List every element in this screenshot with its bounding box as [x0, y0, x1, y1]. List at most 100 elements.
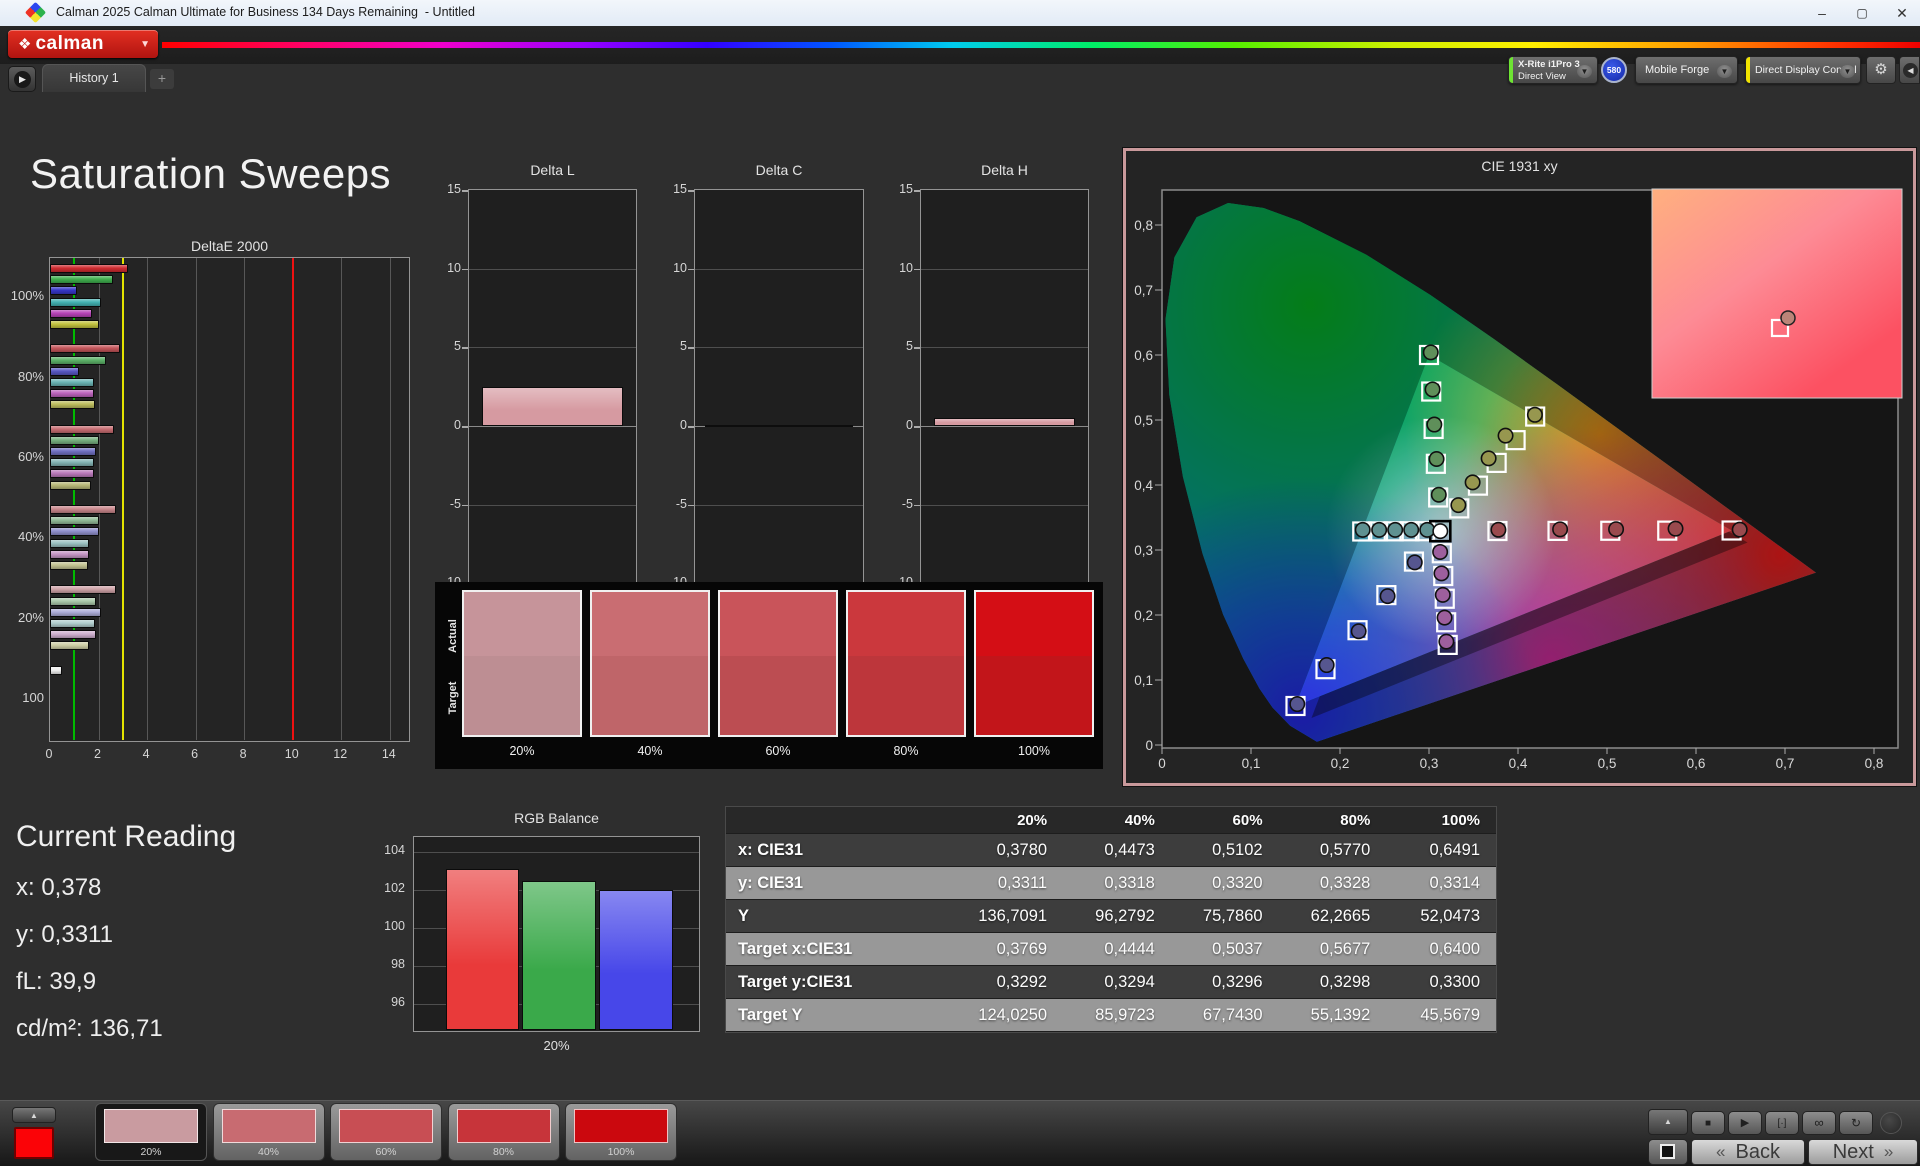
axis-label: -5	[657, 497, 687, 511]
measured-blue	[1290, 697, 1304, 711]
measured-blue	[1408, 555, 1422, 569]
level-label: 20%	[96, 1146, 206, 1158]
delta-bar	[705, 425, 853, 427]
collapse-panel-button[interactable]: ◀	[1899, 56, 1920, 84]
table-cell: 0,4444	[1063, 933, 1171, 965]
close-icon[interactable]: ✕	[1884, 0, 1920, 26]
interval-read-button[interactable]: [·]	[1765, 1111, 1799, 1135]
calman-app-icon	[25, 2, 46, 23]
source-dropdown[interactable]: Mobile Forge ▼	[1635, 56, 1738, 84]
stop-session-button[interactable]	[1648, 1139, 1688, 1165]
measured-green	[1432, 488, 1446, 502]
deltae-bar	[50, 527, 99, 536]
reading-y: y: 0,3311	[16, 921, 113, 949]
axis-label: 0	[883, 418, 913, 432]
display-status-stripe	[1746, 57, 1750, 83]
axis-tick	[462, 505, 468, 507]
row-label: Target y:CIE31	[726, 966, 955, 998]
deltae-bar	[50, 619, 95, 628]
gridline	[469, 347, 636, 348]
saturation-level-button-80%[interactable]: 80%	[448, 1103, 560, 1161]
add-tab-button[interactable]: +	[150, 69, 174, 89]
table-cell: 0,3311	[955, 867, 1063, 899]
svg-text:0,1: 0,1	[1134, 673, 1153, 688]
gear-icon: ⚙	[1874, 61, 1887, 78]
saturation-level-button-60%[interactable]: 60%	[330, 1103, 442, 1161]
meter-dropdown[interactable]: X-Rite i1Pro 3 Direct View ▼	[1508, 56, 1598, 84]
display-control-dropdown[interactable]: Direct Display Control ▼	[1745, 56, 1861, 84]
calman-logo-icon: ❖	[18, 35, 31, 53]
current-patch-swatch	[14, 1127, 54, 1159]
svg-text:0,2: 0,2	[1331, 756, 1350, 771]
maximize-icon[interactable]: ▢	[1844, 0, 1880, 26]
expand-transport-button[interactable]: ▲	[1648, 1109, 1688, 1135]
refresh-read-button[interactable]: ↻	[1839, 1111, 1873, 1135]
measured-red	[1668, 521, 1682, 535]
row-label: Target x:CIE31	[726, 933, 955, 965]
table-cell: 0,3298	[1279, 966, 1387, 998]
expand-patch-button[interactable]: ▲	[12, 1107, 56, 1123]
table-cell: 0,3318	[1063, 867, 1171, 899]
continuous-read-button[interactable]: ∞	[1802, 1111, 1836, 1135]
deltae-bar	[50, 309, 92, 318]
gridline	[695, 269, 863, 270]
start-read-button[interactable]: ▶	[1728, 1111, 1762, 1135]
table-cell: 45,5679	[1386, 999, 1496, 1031]
column-header: 80%	[1279, 807, 1387, 833]
table-row: x: CIE310,37800,44730,51020,57700,6491	[726, 834, 1496, 867]
delta-bar	[934, 418, 1074, 426]
axis-tick	[462, 190, 468, 192]
axis-label: 60%	[0, 449, 44, 464]
chevron-down-icon: ▼	[1840, 65, 1855, 78]
table-cell: 67,7430	[1171, 999, 1279, 1031]
gridline	[99, 258, 100, 740]
rgb-balance-title: RGB Balance	[413, 810, 700, 826]
stop-read-button[interactable]: ■	[1691, 1111, 1725, 1135]
minimize-icon[interactable]: –	[1804, 0, 1840, 26]
table-row: Y136,709196,279275,786062,266552,0473	[726, 900, 1496, 933]
axis-label: 15	[883, 182, 913, 196]
play-icon: ▶	[1741, 1117, 1749, 1129]
axis-label: 0	[431, 418, 461, 432]
swatch-label: 20%	[462, 744, 582, 758]
reference-line	[292, 258, 294, 740]
axis-tick	[688, 269, 694, 271]
table-cell: 75,7860	[1171, 900, 1279, 932]
level-swatch	[574, 1109, 668, 1143]
measured-cyan	[1372, 523, 1386, 537]
target-swatch	[720, 656, 836, 735]
logo-bar: ❖ calman ▼	[0, 26, 1920, 64]
next-button[interactable]: Next »	[1808, 1139, 1918, 1165]
interval-icon: [·]	[1778, 1118, 1787, 1129]
tab-history-1[interactable]: History 1	[42, 64, 146, 92]
back-button[interactable]: « Back	[1691, 1139, 1805, 1165]
axis-label: 15	[431, 182, 461, 196]
measured-green	[1429, 452, 1443, 466]
table-row: Target x:CIE310,37690,44440,50370,56770,…	[726, 933, 1496, 966]
chevron-down-icon: ▼	[1577, 65, 1592, 78]
svg-text:0,7: 0,7	[1134, 283, 1153, 298]
saturation-level-button-20%[interactable]: 20%	[95, 1103, 207, 1161]
axis-label: 2	[87, 747, 109, 761]
swatch-label: 60%	[718, 744, 838, 758]
actual-swatch	[720, 592, 836, 656]
swatch-80%	[846, 590, 966, 737]
table-cell: 55,1392	[1279, 999, 1387, 1031]
delta-c-title: Delta C	[694, 162, 864, 178]
gridline	[921, 269, 1088, 270]
settings-button[interactable]: ⚙	[1866, 56, 1896, 84]
measured-blue	[1380, 589, 1394, 603]
target-row-label: Target	[447, 668, 459, 728]
axis-label: 100	[371, 919, 405, 933]
deltae-bar	[50, 436, 99, 445]
calman-menu-button[interactable]: ❖ calman ▼	[8, 30, 158, 58]
saturation-level-button-100%[interactable]: 100%	[565, 1103, 677, 1161]
measured-magenta	[1433, 545, 1447, 559]
saturation-level-button-40%[interactable]: 40%	[213, 1103, 325, 1161]
chevron-left-icon: ◀	[1903, 63, 1918, 78]
axis-tick	[688, 190, 694, 192]
history-panel-toggle-button[interactable]: ▶	[8, 66, 36, 92]
svg-text:0,4: 0,4	[1134, 478, 1153, 493]
calman-brand-label: calman	[35, 33, 103, 55]
swatch-label: 80%	[846, 744, 966, 758]
